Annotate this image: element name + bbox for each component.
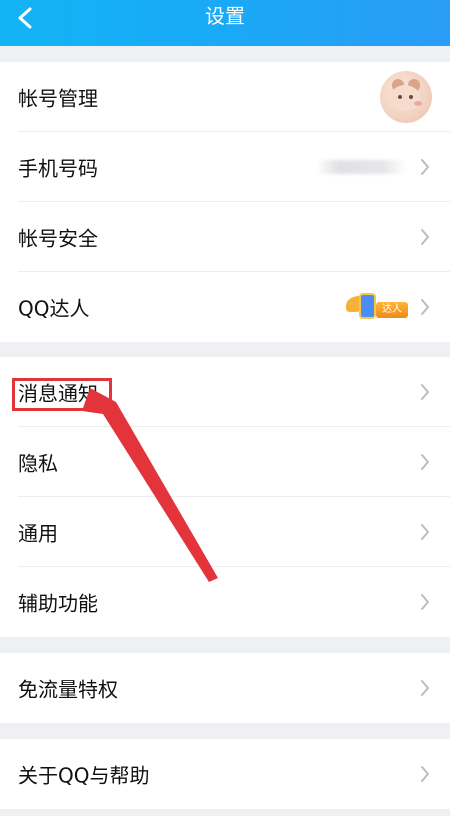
chevron-right-icon: [420, 523, 430, 541]
chevron-right-icon: [420, 679, 430, 697]
row-phone-number[interactable]: 手机号码: [0, 132, 450, 202]
avatar: [380, 71, 432, 123]
chevron-right-icon: [420, 228, 430, 246]
row-about-qq-help[interactable]: 关于QQ与帮助: [0, 739, 450, 809]
about-group: 关于QQ与帮助: [0, 739, 450, 809]
nav-header: 设置: [0, 0, 450, 46]
row-account-management[interactable]: 帐号管理: [0, 62, 450, 132]
row-accessibility[interactable]: 辅助功能: [0, 567, 450, 637]
chevron-right-icon: [420, 765, 430, 783]
row-label: 通用: [18, 521, 58, 546]
row-general[interactable]: 通用: [0, 497, 450, 567]
row-label: QQ达人: [18, 296, 90, 321]
badge-text: 达人: [376, 302, 408, 318]
qq-expert-badge-icon: 达人: [346, 293, 408, 321]
data-free-group: 免流量特权: [0, 653, 450, 723]
row-label: 帐号安全: [18, 226, 98, 251]
row-label: 关于QQ与帮助: [18, 763, 150, 788]
account-group: 帐号管理 手机号码 帐号安全 QQ达人 达人: [0, 62, 450, 342]
row-account-security[interactable]: 帐号安全: [0, 202, 450, 272]
row-label: 隐私: [18, 451, 58, 476]
phone-number-value-blurred: [316, 160, 406, 174]
chevron-right-icon: [420, 593, 430, 611]
row-privacy[interactable]: 隐私: [0, 427, 450, 497]
settings-screen: 设置 帐号管理 手机号码 帐号安全 QQ达人 达人 消息通知 隐私 通用 辅助功…: [0, 0, 450, 816]
chevron-right-icon: [420, 158, 430, 176]
chevron-right-icon: [420, 453, 430, 471]
row-qq-expert[interactable]: QQ达人 达人: [0, 272, 450, 342]
row-label: 辅助功能: [18, 591, 98, 616]
row-label: 帐号管理: [18, 86, 98, 111]
row-label: 手机号码: [18, 156, 98, 181]
row-data-free-privilege[interactable]: 免流量特权: [0, 653, 450, 723]
row-label: 免流量特权: [18, 677, 118, 702]
chevron-right-icon: [420, 383, 430, 401]
chevron-right-icon: [420, 298, 430, 316]
page-title: 设置: [205, 4, 245, 28]
annotation-highlight-box: [12, 378, 112, 411]
